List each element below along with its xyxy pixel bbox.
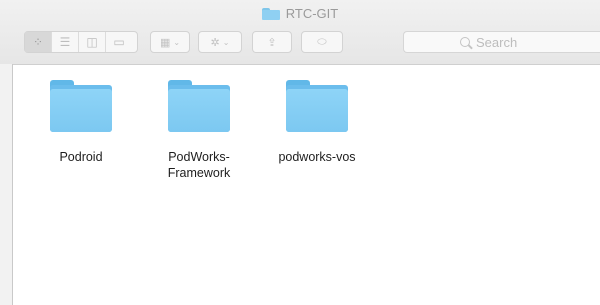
window-title: RTC-GIT	[0, 6, 600, 21]
folder-icon	[50, 80, 112, 132]
gear-icon: ✲	[210, 36, 220, 49]
arrange-button[interactable]: ▦ ⌄	[150, 31, 190, 53]
chevron-down-icon: ⌄	[173, 37, 181, 47]
columns-icon: ◫	[86, 35, 98, 49]
window-title-text: RTC-GIT	[285, 6, 339, 21]
tag-icon: ⬭	[317, 35, 327, 48]
icon-view-button[interactable]: ⁘	[25, 32, 52, 52]
folder-icon	[168, 80, 230, 132]
chevron-down-icon: ⌄	[222, 37, 230, 47]
folder-label: podworks-vos	[278, 150, 356, 164]
folder-icon	[261, 7, 280, 20]
folder-item-podworks-framework[interactable]: PodWorks- Framework	[144, 80, 254, 181]
cover-flow-view-button[interactable]: ▭	[106, 32, 132, 52]
folder-item-podworks-vos[interactable]: podworks-vos	[262, 80, 372, 165]
folder-label: Podroid	[59, 150, 103, 164]
folder-label: PodWorks- Framework	[167, 150, 231, 180]
folder-icon	[286, 80, 348, 132]
search-placeholder: Search	[476, 34, 518, 50]
folder-item-podroid[interactable]: Podroid	[26, 80, 136, 165]
sidebar-edge	[0, 64, 13, 305]
view-mode-control: ⁘ ☰ ◫ ▭	[24, 31, 138, 53]
finder-window: RTC-GIT ⁘ ☰ ◫ ▭ ▦ ⌄ ✲ ⌄ ⇪ ⬭ Search Podro…	[0, 0, 600, 305]
list-view-button[interactable]: ☰	[52, 32, 79, 52]
column-view-button[interactable]: ◫	[79, 32, 106, 52]
share-icon: ⇪	[267, 36, 277, 49]
action-button[interactable]: ✲ ⌄	[198, 31, 242, 53]
title-bar: RTC-GIT ⁘ ☰ ◫ ▭ ▦ ⌄ ✲ ⌄ ⇪ ⬭ Search	[0, 0, 600, 65]
share-button[interactable]: ⇪	[252, 31, 292, 53]
search-icon	[460, 37, 470, 47]
grid-icon: ⁘	[32, 35, 44, 49]
cover-flow-icon: ▭	[113, 35, 125, 49]
list-icon: ☰	[59, 35, 71, 49]
arrange-icon: ▦	[159, 36, 171, 49]
tags-button[interactable]: ⬭	[301, 31, 343, 53]
search-input[interactable]: Search	[403, 31, 600, 53]
